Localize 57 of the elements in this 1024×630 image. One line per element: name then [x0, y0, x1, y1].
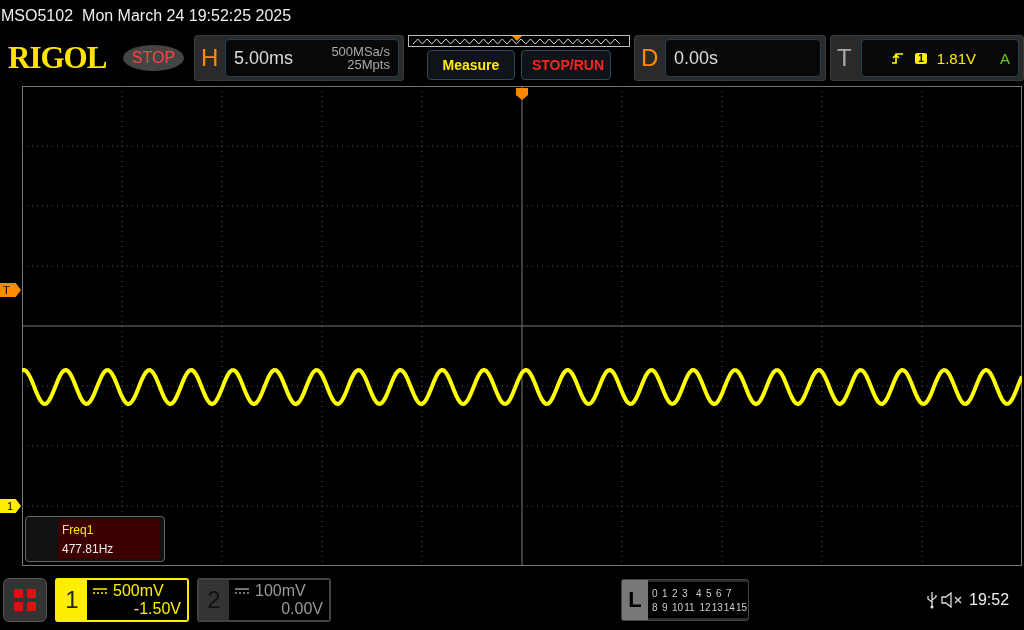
logic-channel-number: 15: [735, 601, 747, 613]
logic-channel-number: 13: [711, 601, 723, 613]
logo: RIGOL: [8, 40, 108, 76]
measurement-name: Freq1: [62, 522, 95, 537]
channel-number: 1: [64, 585, 80, 615]
usb-icon: [927, 591, 937, 609]
logic-channel-number: 11: [684, 601, 695, 613]
logic-channel-number: 14: [723, 601, 735, 613]
date-time: Mon March 24 19:52:25 2025: [82, 7, 292, 25]
logic-panel[interactable]: L 0 1 2 3 4 5 6 7 8 9 1011 12131415: [621, 579, 749, 621]
logic-channel-number: 6: [716, 587, 723, 599]
sample-rate: 500MSa/s: [331, 45, 390, 58]
menu-button[interactable]: [3, 578, 47, 622]
logic-channel-number: 7: [726, 587, 733, 599]
instrument-model: MSO5102: [1, 7, 74, 25]
channel-offset: -1.50V: [133, 600, 181, 618]
logic-channel-number: 3: [682, 587, 689, 599]
dc-coupling-icon: [235, 587, 249, 595]
trigger-label: T: [837, 44, 853, 72]
logic-channel-number: 12: [699, 601, 711, 613]
rising-edge-icon: [891, 51, 906, 65]
run-state-badge: STOP: [122, 45, 185, 71]
logic-channel-number: 0: [652, 587, 659, 599]
logic-channel-number: 1: [662, 587, 669, 599]
memory-depth: 25Mpts: [347, 58, 390, 71]
trigger-level-marker[interactable]: T: [0, 283, 21, 297]
horizontal-label: H: [201, 44, 220, 72]
horizontal-panel[interactable]: H 5.00ms 500MSa/s 25Mpts: [194, 35, 404, 81]
logic-channel-number: 2: [672, 587, 679, 599]
logic-label: L: [622, 580, 648, 620]
logic-channel-number: 9: [662, 601, 669, 613]
channel-offset-marker[interactable]: 1: [0, 499, 21, 513]
grid-menu-icon: [14, 589, 36, 611]
logic-channel-number: 5: [706, 587, 713, 599]
measure-button[interactable]: Measure: [426, 49, 515, 80]
channel-scale: 100mV: [255, 582, 306, 600]
waveform-overview-icon: [407, 34, 630, 47]
delay-label: D: [640, 44, 659, 72]
channel-panel[interactable]: 1 500mV -1.50V: [55, 578, 189, 622]
stop-run-button[interactable]: STOP/RUN: [520, 49, 611, 80]
measurement-value: 477.81Hz: [62, 541, 115, 556]
trigger-source-badge: 1: [915, 52, 927, 64]
trigger-panel[interactable]: T 1 1.81V A: [830, 35, 1024, 81]
logic-channel-number: 4: [696, 587, 703, 599]
channel-scale: 500mV: [113, 582, 164, 600]
delay-panel[interactable]: D 0.00s: [633, 35, 826, 81]
speaker-muted-icon: [941, 592, 963, 608]
trigger-mode: A: [1000, 49, 1010, 67]
logic-channel-number: 8: [652, 601, 659, 613]
dc-coupling-icon: [93, 587, 107, 595]
trigger-position-marker: [516, 88, 528, 100]
clock: 19:52: [969, 591, 1010, 609]
delay-value: 0.00s: [673, 47, 719, 69]
channel-offset: 0.00V: [281, 600, 323, 618]
timebase-value: 5.00ms: [234, 47, 295, 69]
trigger-level: 1.81V: [936, 49, 976, 67]
logic-channel-number: 10: [672, 601, 684, 613]
